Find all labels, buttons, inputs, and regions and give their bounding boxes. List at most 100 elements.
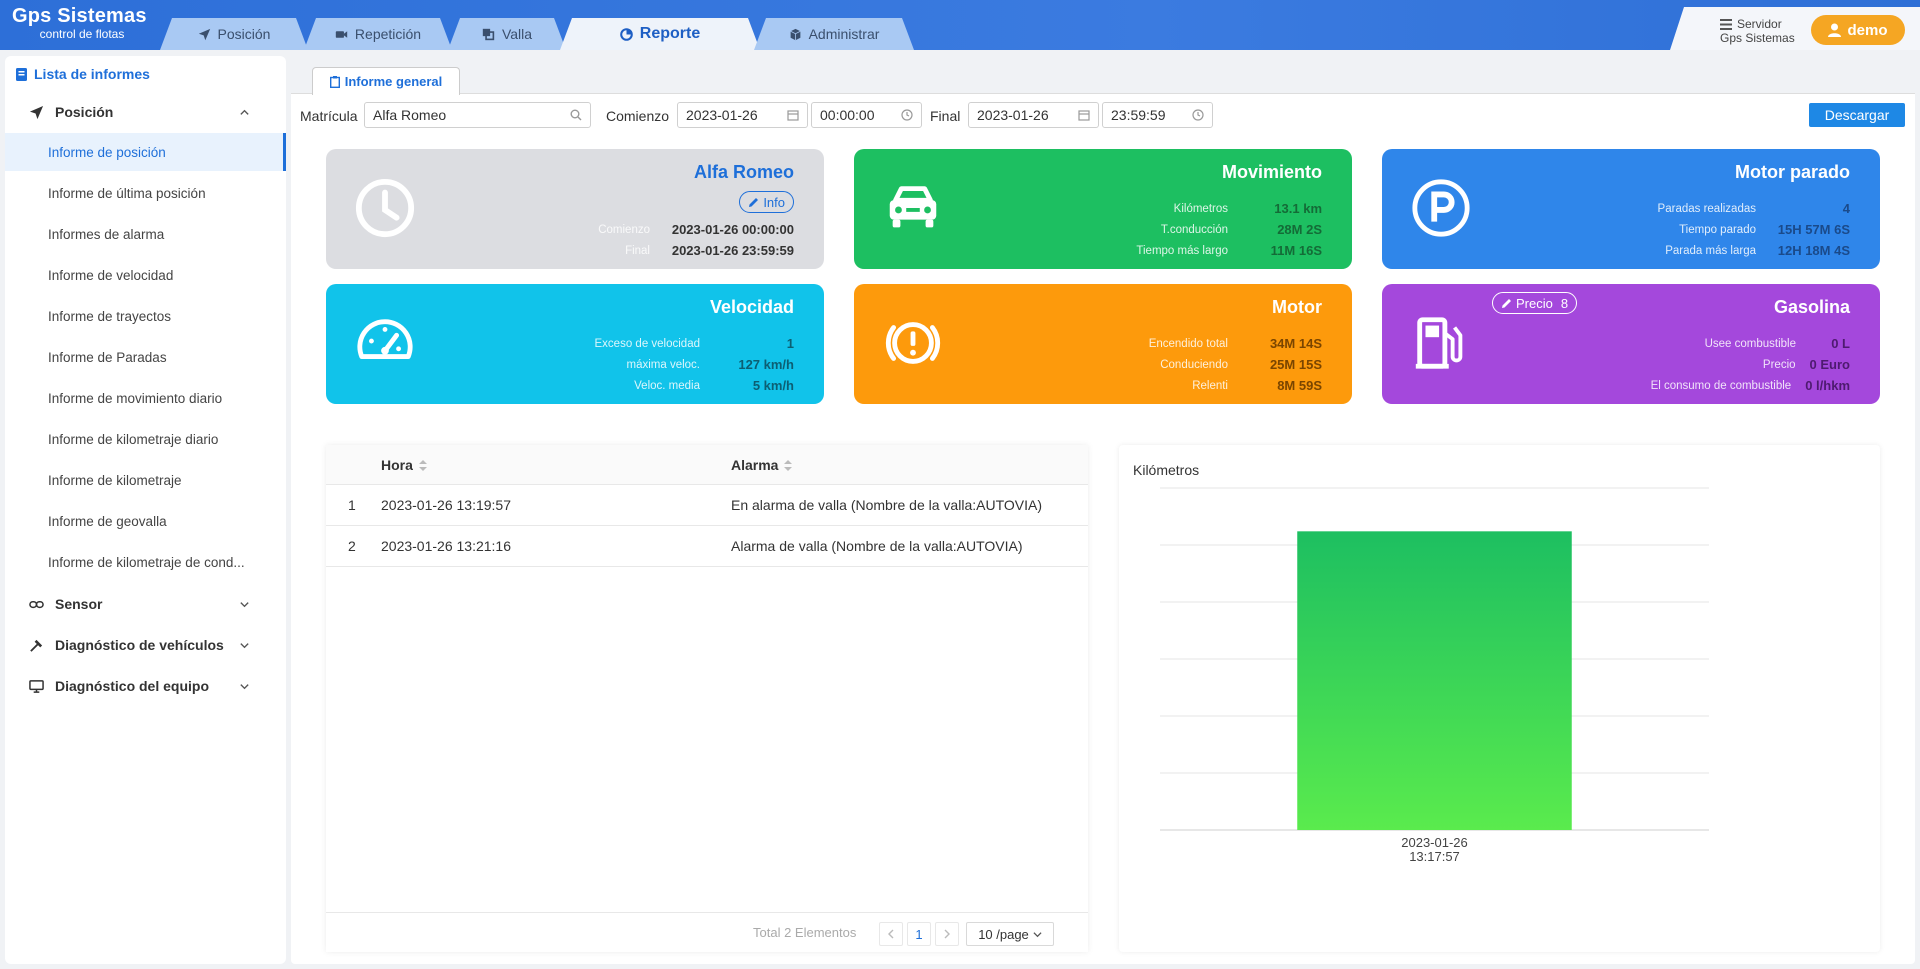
sidebar-item-informe-posicion[interactable]: Informe de posición xyxy=(5,133,286,171)
car-icon xyxy=(889,186,937,228)
motor-rows: Encendido total 34M 14S Conduciendo 25M 15… xyxy=(1148,336,1322,393)
chevron-down-icon xyxy=(1033,931,1042,937)
menu-icon xyxy=(1720,18,1732,30)
chevron-up-icon xyxy=(240,109,249,115)
next-page-button[interactable] xyxy=(935,922,959,946)
sidebar-item-movimiento-diario[interactable]: Informe de movimiento diario xyxy=(5,379,286,417)
copy-icon xyxy=(482,28,495,41)
row-alarm: Alarma de valla (Nombre de la valla:AUTO… xyxy=(731,538,1023,554)
row-index: 1 xyxy=(348,497,356,513)
end-date-input[interactable]: 2023-01-26 xyxy=(968,102,1099,128)
server-info[interactable]: Servidor Gps Sistemas xyxy=(1720,17,1795,45)
sort-icon xyxy=(418,459,427,471)
tab-valla[interactable]: Valla xyxy=(448,18,566,50)
speed-rows: Exceso de velocidad 1 máxima veloc. 127 km… xyxy=(594,336,794,393)
sidebar-item-kilometraje[interactable]: Informe de kilometraje xyxy=(5,461,286,499)
logo[interactable]: Gps Sistemas control de flotas xyxy=(12,6,152,41)
calendar-icon xyxy=(787,110,799,121)
clock-icon xyxy=(901,109,913,121)
price-button[interactable]: Precio 8 xyxy=(1492,292,1578,314)
prev-page-button[interactable] xyxy=(879,922,903,946)
hammer-icon xyxy=(30,639,43,652)
page-button-1[interactable]: 1 xyxy=(907,922,931,946)
sidebar-item-kilometraje-diario[interactable]: Informe de kilometraje diario xyxy=(5,420,286,458)
main-content: Informe general Matrícula Alfa Romeo Com… xyxy=(291,55,1915,964)
km-chart-panel: Kilómetros 2023-01-26 13:17:57 xyxy=(1119,445,1880,952)
chart-bar[interactable] xyxy=(1297,531,1572,830)
plate-input[interactable]: Alfa Romeo xyxy=(364,102,591,128)
pie-chart-icon xyxy=(620,28,633,41)
user-name: demo xyxy=(1847,21,1888,39)
parked-title: Motor parado xyxy=(1735,162,1850,182)
sidebar-item-trayectos[interactable]: Informe de trayectos xyxy=(5,297,286,335)
top-header: Gps Sistemas control de flotas Posición … xyxy=(0,0,1920,50)
sort-icon xyxy=(784,459,793,471)
sidebar-group-diagnostico-equipo[interactable]: Diagnóstico del equipo xyxy=(5,671,286,701)
sidebar: Lista de informes Posición Informe de po… xyxy=(5,56,286,964)
server-name: Gps Sistemas xyxy=(1720,31,1795,45)
end-label: Final xyxy=(930,108,961,124)
fuel-rows: Usee combustible 0 L Precio 0 Euro El cons… xyxy=(1650,336,1850,393)
tab-posicion[interactable]: Posición xyxy=(160,18,308,50)
pencil-icon xyxy=(749,197,759,207)
subtab-bar: Informe general xyxy=(291,55,1915,95)
sidebar-item-paradas[interactable]: Informe de Paradas xyxy=(5,338,286,376)
sidebar-group-posicion[interactable]: Posición xyxy=(5,97,286,127)
sidebar-item-kilometraje-conductor[interactable]: Informe de kilometraje de cond... xyxy=(5,543,286,581)
tab-administrar[interactable]: Administrar xyxy=(754,18,914,50)
send-icon xyxy=(29,105,44,119)
page-size-select[interactable]: 10 /page xyxy=(966,922,1054,946)
cube-icon xyxy=(789,28,802,41)
pencil-icon xyxy=(1502,298,1511,308)
sidebar-item-velocidad[interactable]: Informe de velocidad xyxy=(5,256,286,294)
sidebar-item-alarma[interactable]: Informes de alarma xyxy=(5,215,286,253)
start-time-input[interactable]: 00:00:00 xyxy=(811,102,922,128)
card-speed: Velocidad Exceso de velocidad 1 máxima ve… xyxy=(326,284,824,404)
total-count: Total 2 Elementos xyxy=(753,925,857,940)
end-time-input[interactable]: 23:59:59 xyxy=(1102,102,1213,128)
sidebar-item-ultima-posicion[interactable]: Informe de última posición xyxy=(5,174,286,212)
row-time: 2023-01-26 13:19:57 xyxy=(381,497,511,513)
logo-title: Gps Sistemas xyxy=(12,5,147,27)
vehicle-rows: Comienzo 2023-01-26 00:00:00 Final 2023-01… xyxy=(598,222,794,258)
sidebar-group-diagnostico-vehiculos[interactable]: Diagnóstico de vehículos xyxy=(5,630,286,660)
vehicle-name: Alfa Romeo xyxy=(693,162,794,182)
row-time: 2023-01-26 13:21:16 xyxy=(381,538,511,554)
plate-label: Matrícula xyxy=(300,108,358,124)
send-icon xyxy=(198,28,211,41)
table-pagination: Total 2 Elementos 1 10 /page xyxy=(326,912,1088,952)
column-header-alarm[interactable]: Alarma xyxy=(731,457,793,473)
chevron-down-icon xyxy=(240,683,249,689)
user-button[interactable]: demo xyxy=(1811,15,1905,45)
column-header-time[interactable]: Hora xyxy=(381,457,427,473)
link-icon xyxy=(29,600,44,608)
movement-rows: Kilómetros 13.1 km T.conducción 28M 2S Tie… xyxy=(1136,201,1322,258)
card-vehicle: Alfa Romeo Info Comienzo 2023-01-26 00:00… xyxy=(326,149,824,269)
row-index: 2 xyxy=(348,538,356,554)
header-user-area: Servidor Gps Sistemas demo xyxy=(1670,7,1920,50)
tab-reporte[interactable]: Reporte xyxy=(560,18,760,50)
chevron-left-icon xyxy=(888,929,894,939)
card-movement: Movimiento Kilómetros 13.1 km T.conducció… xyxy=(854,149,1352,269)
clipboard-icon xyxy=(329,75,340,88)
sidebar-item-geovalla[interactable]: Informe de geovalla xyxy=(5,502,286,540)
sidebar-group-sensor[interactable]: Sensor xyxy=(5,589,286,619)
table-row[interactable]: 2 2023-01-26 13:21:16 Alarma de valla (N… xyxy=(326,526,1088,567)
clock-icon xyxy=(355,178,415,238)
download-button[interactable]: Descargar xyxy=(1809,103,1905,127)
tab-repeticion[interactable]: Repetición xyxy=(304,18,452,50)
chevron-down-icon xyxy=(240,601,249,607)
card-motor: Motor Encendido total 34M 14S Conduciendo… xyxy=(854,284,1352,404)
speed-title: Velocidad xyxy=(709,297,794,317)
fuel-title: Gasolina xyxy=(1773,297,1850,317)
calendar-icon xyxy=(1078,110,1090,121)
card-fuel: Precio 8 Gasolina Usee combustible 0 L Pr… xyxy=(1382,284,1880,404)
subtab-informe-general[interactable]: Informe general xyxy=(312,67,460,95)
start-date-input[interactable]: 2023-01-26 xyxy=(677,102,808,128)
motor-title: Motor xyxy=(1272,297,1322,317)
start-label: Comienzo xyxy=(606,108,670,124)
table-row[interactable]: 1 2023-01-26 13:19:57 En alarma de valla… xyxy=(326,485,1088,526)
fuel-pump-icon xyxy=(1415,317,1463,369)
info-button[interactable]: Info xyxy=(739,191,794,213)
sidebar-title[interactable]: Lista de informes xyxy=(16,66,150,82)
